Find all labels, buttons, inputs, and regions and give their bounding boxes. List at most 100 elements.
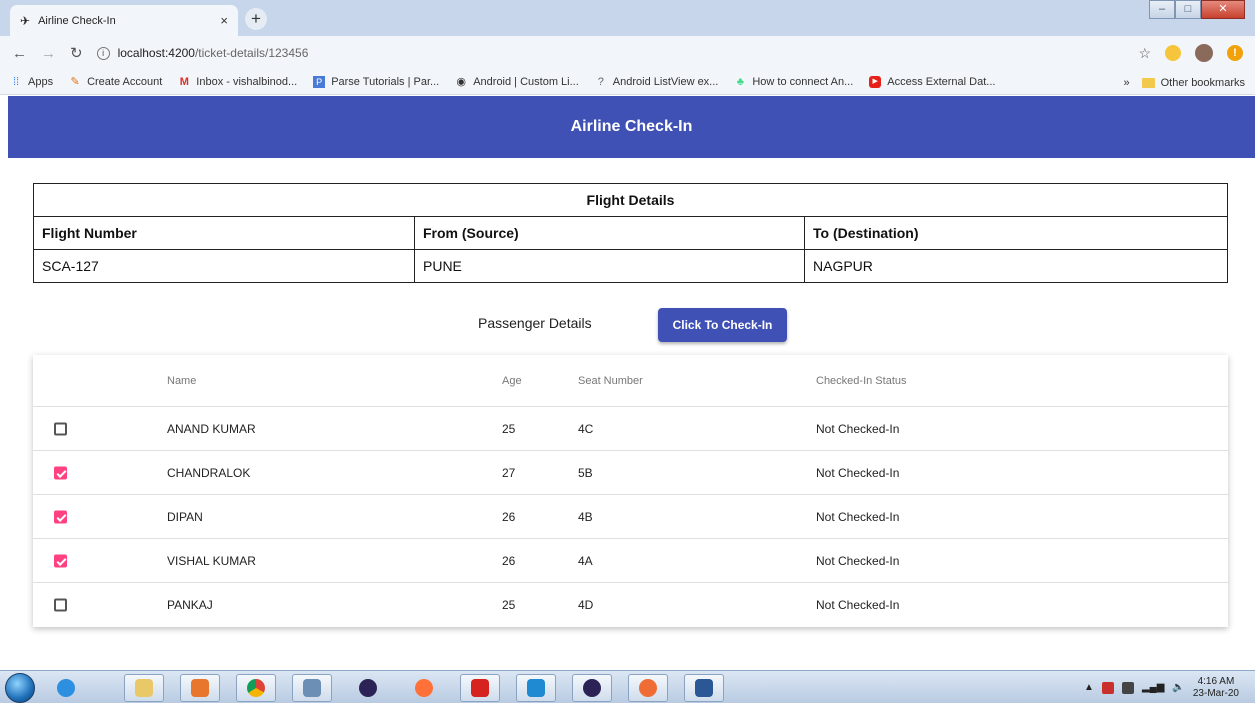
antivirus-icon[interactable] — [1101, 681, 1114, 694]
row-checkbox[interactable] — [54, 422, 67, 435]
show-hidden-icons-icon[interactable]: ▲ — [1084, 682, 1094, 693]
from-value: PUNE — [414, 249, 805, 283]
bookmark-label: Parse Tutorials | Par... — [331, 76, 440, 88]
postman-icon[interactable] — [628, 674, 668, 702]
maximize-button[interactable]: □ — [1175, 0, 1201, 19]
status-column-header[interactable]: Checked-In Status — [816, 375, 907, 387]
outlook-icon[interactable] — [180, 674, 220, 702]
passenger-details-title: Passenger Details — [478, 315, 592, 331]
passenger-age: 27 — [502, 465, 516, 480]
parse-icon: P — [313, 76, 326, 88]
new-tab-button[interactable]: + — [245, 8, 267, 30]
table-row[interactable]: VISHAL KUMAR 26 4A Not Checked-In — [33, 539, 1228, 583]
passenger-age: 26 — [502, 509, 516, 524]
bookmark-label: Access External Dat... — [887, 76, 996, 88]
bookmark-item[interactable]: P Parse Tutorials | Par... — [313, 76, 439, 88]
other-bookmarks[interactable]: Other bookmarks — [1161, 77, 1245, 89]
name-column-header[interactable]: Name — [167, 375, 196, 387]
bookmark-star-icon[interactable]: ☆ — [1138, 45, 1151, 62]
row-checkbox[interactable] — [54, 598, 67, 612]
create-account-icon: ✎ — [70, 76, 80, 88]
table-row[interactable]: PANKAJ 25 4D Not Checked-In — [33, 583, 1228, 627]
flight-details-table: Flight Details Flight Number From (Sourc… — [33, 183, 1228, 283]
vscode-icon[interactable] — [516, 674, 556, 702]
seat-column-header[interactable]: Seat Number — [578, 375, 643, 387]
start-button[interactable] — [5, 673, 35, 703]
bookmark-item[interactable]: ✎ Create Account — [69, 76, 162, 88]
table-row[interactable]: DIPAN 26 4B Not Checked-In — [33, 495, 1228, 539]
to-header: To (Destination) — [804, 216, 1228, 250]
tab-title: Airline Check-In — [38, 14, 116, 27]
site-info-icon[interactable]: i — [96, 46, 110, 60]
browser-tab[interactable]: ✈ Airline Check-In × — [10, 5, 238, 36]
minimize-button[interactable]: – — [1149, 0, 1175, 19]
from-header: From (Source) — [414, 216, 805, 250]
passenger-seat: 4B — [578, 509, 593, 524]
row-checkbox[interactable] — [54, 554, 67, 567]
taskbar-clock[interactable]: 4:16 AM 23-Mar-20 — [1193, 676, 1239, 700]
close-tab-icon[interactable]: × — [220, 13, 228, 28]
row-checkbox[interactable] — [54, 466, 67, 479]
apps-grid-icon: ⁞⁞ — [12, 76, 20, 88]
airplane-icon: ✈ — [20, 13, 31, 28]
clock-time: 4:16 AM — [1197, 675, 1235, 687]
bookmark-item[interactable]: ? Android ListView ex... — [595, 76, 719, 88]
flight-details-caption: Flight Details — [33, 183, 1228, 217]
flight-number-header: Flight Number — [33, 216, 415, 250]
passenger-seat: 5B — [578, 465, 593, 480]
passenger-name: CHANDRALOK — [167, 465, 251, 480]
to-value: NAGPUR — [804, 249, 1228, 283]
bookmark-item[interactable]: ◉ Android | Custom Li... — [455, 76, 579, 88]
bookmark-label: Apps — [28, 76, 54, 88]
youtube-icon: ▶ — [869, 76, 882, 88]
bookmark-item[interactable]: ▶ Access External Dat... — [869, 76, 995, 88]
bookmark-label: Android | Custom Li... — [473, 76, 579, 88]
folder-icon — [1141, 77, 1155, 88]
internet-explorer-icon[interactable] — [46, 674, 86, 702]
bookmark-label: Android ListView ex... — [612, 76, 719, 88]
table-row[interactable]: CHANDRALOK 27 5B Not Checked-In — [33, 451, 1228, 495]
more-bookmarks-button[interactable]: » — [1124, 77, 1130, 89]
extension-icon[interactable] — [1165, 45, 1181, 61]
address-bar[interactable]: i localhost:4200/ticket-details/123456 — [96, 40, 1139, 66]
app-title: Airline Check-In — [570, 118, 693, 135]
window-close-button[interactable]: ✕ — [1201, 0, 1245, 19]
bookmark-label: Inbox - vishalbinod... — [196, 76, 298, 88]
file-explorer-icon[interactable] — [124, 674, 164, 702]
bookmark-item[interactable]: M Inbox - vishalbinod... — [178, 76, 297, 88]
row-checkbox[interactable] — [54, 510, 67, 523]
table-row[interactable]: ANAND KUMAR 25 4C Not Checked-In — [33, 407, 1228, 451]
reload-icon[interactable]: ↻ — [70, 44, 83, 62]
signal-icon[interactable]: ▂▄▆ — [1142, 682, 1164, 693]
virtualbox-icon[interactable] — [292, 674, 332, 702]
word-icon[interactable] — [684, 674, 724, 702]
url-host: localhost:4200 — [117, 46, 195, 60]
passenger-status: Not Checked-In — [816, 465, 900, 480]
system-tray: ▲ ▂▄▆ 🔈 4:16 AM 23-Mar-20 — [1084, 671, 1239, 704]
profile-avatar[interactable] — [1195, 44, 1213, 62]
network-icon[interactable] — [1121, 681, 1134, 694]
passenger-status: Not Checked-In — [816, 509, 900, 524]
chrome-icon[interactable] — [236, 674, 276, 702]
flight-number-value: SCA-127 — [33, 249, 415, 283]
check-in-button[interactable]: Click To Check-In — [658, 308, 787, 342]
passenger-status: Not Checked-In — [816, 553, 900, 568]
windows-taskbar: ▲ ▂▄▆ 🔈 4:16 AM 23-Mar-20 — [0, 670, 1255, 703]
forward-icon[interactable]: → — [41, 45, 56, 62]
passenger-seat: 4A — [578, 553, 593, 568]
bookmark-item[interactable]: ⁞⁞ Apps — [10, 76, 53, 88]
passenger-age: 25 — [502, 598, 516, 612]
passenger-age: 25 — [502, 421, 516, 436]
bookmark-item[interactable]: ♣ How to connect An... — [734, 76, 854, 88]
update-alert-icon[interactable]: ! — [1227, 45, 1243, 61]
eclipse-icon[interactable] — [572, 674, 612, 702]
gmail-icon: M — [179, 76, 189, 88]
passenger-table-header: Name Age Seat Number Checked-In Status — [33, 355, 1228, 407]
age-column-header[interactable]: Age — [502, 375, 522, 387]
volume-icon[interactable]: 🔈 — [1172, 682, 1184, 693]
firefox-icon[interactable] — [404, 674, 444, 702]
eclipse-icon[interactable] — [348, 674, 388, 702]
back-icon[interactable]: ← — [12, 45, 27, 62]
acrobat-icon[interactable] — [460, 674, 500, 702]
passenger-name: ANAND KUMAR — [167, 421, 256, 436]
